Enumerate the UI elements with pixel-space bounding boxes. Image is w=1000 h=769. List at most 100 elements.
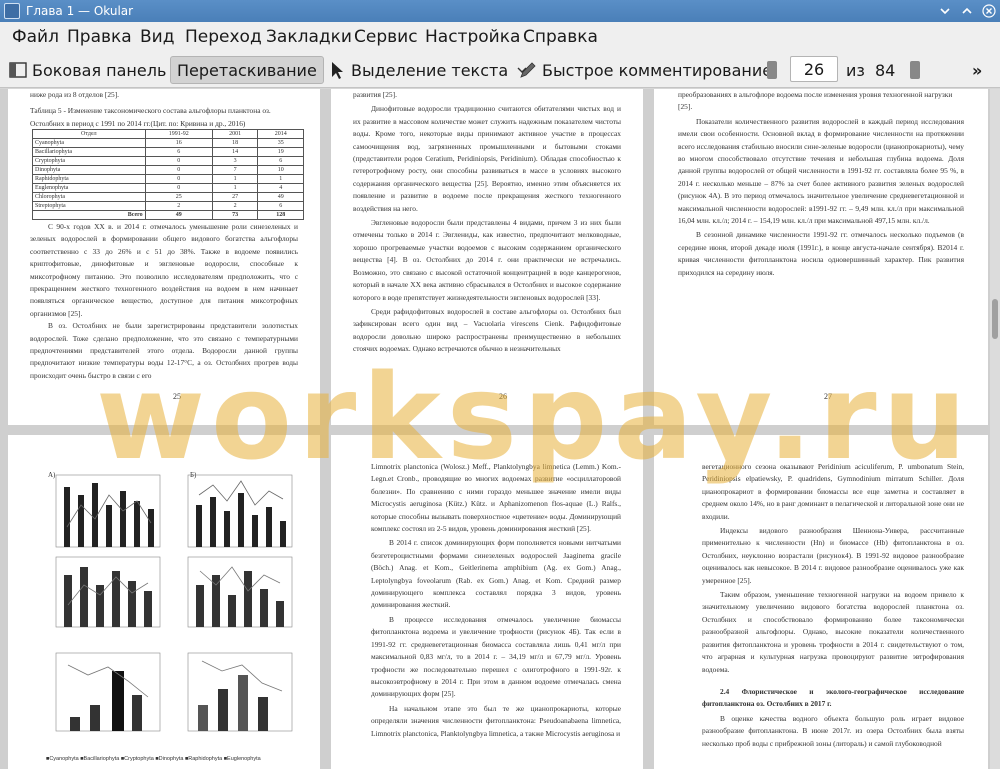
page-30: вегетационного сезона оказывают Peridini… <box>654 435 988 769</box>
previous-page-icon[interactable] <box>767 61 777 79</box>
table-cell: Cyanophyta <box>32 138 146 148</box>
page-number: 25 <box>173 392 181 401</box>
table-cell: 49 <box>257 192 304 202</box>
table-header-cell: Отдел <box>32 129 146 139</box>
page-29: Limnotrix planctonica (Wolosz.) Meff., P… <box>331 435 643 769</box>
minimize-icon[interactable] <box>938 4 952 18</box>
table-row: Dinophyta 0 7 10 <box>32 165 304 175</box>
overflow-menu-icon[interactable]: » <box>972 56 982 84</box>
vertical-scrollbar[interactable] <box>990 89 1000 769</box>
sidebar-icon <box>8 60 28 80</box>
menu-settings[interactable]: Настройка <box>425 27 520 47</box>
page-25: ниже рода из 8 отделов [25]. Таблица 5 -… <box>8 89 320 425</box>
table-cell: 10 <box>257 165 304 175</box>
menu-bookmarks[interactable]: Закладки <box>266 27 352 47</box>
table-row: Bacillariophyta 6 14 19 <box>32 147 304 157</box>
table-row: Всего 49 73 128 <box>32 210 304 220</box>
table-cell: 73 <box>211 210 259 220</box>
cursor-icon <box>327 60 347 80</box>
menu-view[interactable]: Вид <box>140 27 174 47</box>
menu-tools[interactable]: Сервис <box>354 27 418 47</box>
paragraph: Индексы видового разнообразия Шеннона-Уи… <box>702 526 964 585</box>
page-number: 26 <box>499 392 507 401</box>
table-header-row: Отдел 1991-92 2001 2014 <box>32 129 304 139</box>
quick-comment-label: Быстрое комментирование <box>542 60 773 80</box>
drag-mode-button[interactable]: Перетаскивание <box>170 56 324 84</box>
next-page-icon[interactable] <box>910 61 920 79</box>
table-cell: Dinophyta <box>32 165 146 175</box>
table-cell: Raphidophyta <box>32 174 146 184</box>
page-26: развития [25]. Динофитовые водоросли тра… <box>331 89 643 425</box>
paragraph: На начальном этапе это был те же цианопр… <box>371 703 621 738</box>
table-cell: 35 <box>257 138 304 148</box>
drag-mode-label: Перетаскивание <box>177 60 317 80</box>
table-cell: 128 <box>257 210 304 220</box>
paragraph: В оценке качества водного объекта большу… <box>702 713 964 748</box>
paragraph: Таким образом, уменьшение техногенной на… <box>702 590 964 674</box>
menu-go[interactable]: Переход <box>185 27 262 47</box>
page-27-top-line: преобразованиях в альгофлоре водоема пос… <box>678 90 953 112</box>
chart-legend: ■Cyanophyta ■Bacillariophyta ■Cryptophyt… <box>46 756 261 762</box>
table-row: Euglenophyta 0 1 4 <box>32 183 304 193</box>
maximize-icon[interactable] <box>960 4 974 18</box>
table-cell: 0 <box>144 183 213 193</box>
quick-comment-button[interactable]: Быстрое комментирование <box>518 56 772 84</box>
table-cell: 16 <box>144 138 213 148</box>
text-select-button[interactable]: Выделение текста <box>327 56 528 84</box>
table-header-cell: 1991-92 <box>144 129 213 139</box>
table-cell: 4 <box>257 183 304 193</box>
paragraph: В 2014 г. список доминирующих форм попол… <box>371 538 621 610</box>
table-cell: Cryptophyta <box>32 156 146 166</box>
table-cell: 0 <box>144 174 213 184</box>
table-cell: 6 <box>257 201 304 211</box>
page-total-label: 84 <box>875 60 896 80</box>
document-view[interactable]: ниже рода из 8 отделов [25]. Таблица 5 -… <box>0 89 1000 769</box>
table-cell: 25 <box>144 192 213 202</box>
taxonomy-table: Отдел 1991-92 2001 2014 Cyanophyta 16 18 35… <box>32 129 304 220</box>
table-cell: 1 <box>211 183 259 193</box>
sidebar-label: Боковая панель <box>32 60 167 80</box>
table-cell: 18 <box>211 138 259 148</box>
okular-app-icon <box>4 3 20 19</box>
paragraph: Динофитовые водоросли традиционно считаю… <box>353 104 621 213</box>
page-number-input[interactable] <box>790 56 838 82</box>
close-icon[interactable] <box>982 4 996 18</box>
table-cell: Streptophyta <box>32 201 146 211</box>
page-28: А) Б) ■Cyanophyta ■Bacillariophyta ■Cryp… <box>8 435 320 769</box>
table-cell: 6 <box>257 156 304 166</box>
paragraph: Показатели количественного развития водо… <box>678 116 964 226</box>
paragraph: Эвгленовые водоросли были представлены 4… <box>353 218 621 302</box>
table-cell: 49 <box>144 210 213 220</box>
table-cell: Chlorophyta <box>32 192 146 202</box>
menu-bar: Файл Правка Вид Переход Закладки Сервис … <box>0 22 1000 52</box>
table-caption-line-1: Таблица 5 - Изменение таксономического с… <box>30 106 271 116</box>
table-cell: 1 <box>211 174 259 184</box>
page-27: преобразованиях в альгофлоре водоема пос… <box>654 89 988 425</box>
table-cell: 27 <box>211 192 259 202</box>
table-cell: 2 <box>144 201 213 211</box>
page-25-top-line: ниже рода из 8 отделов [25]. <box>30 90 120 99</box>
table-row: Streptophyta 2 2 6 <box>32 201 304 211</box>
table-cell: 0 <box>144 156 213 166</box>
main-toolbar: Боковая панель Перетаскивание Выделение … <box>0 52 1000 88</box>
table-cell: 0 <box>144 165 213 175</box>
table-cell: 19 <box>257 147 304 157</box>
text-select-label: Выделение текста <box>351 60 509 80</box>
table-cell: 3 <box>211 156 259 166</box>
page-number: 27 <box>824 392 832 401</box>
menu-help[interactable]: Справка <box>523 27 598 47</box>
paragraph: В сезонной динамике численности 1991-92 … <box>678 230 964 277</box>
table-header-cell: 2001 <box>211 129 259 139</box>
table-row: Chlorophyta 25 27 49 <box>32 192 304 202</box>
table-row: Cyanophyta 16 18 35 <box>32 138 304 148</box>
table-cell: 1 <box>257 174 304 184</box>
paragraph: В процессе исследования отмечалось увели… <box>371 614 621 699</box>
scrollbar-thumb[interactable] <box>992 299 998 339</box>
menu-file[interactable]: Файл <box>12 27 59 47</box>
menu-edit[interactable]: Правка <box>67 27 132 47</box>
sidebar-button[interactable]: Боковая панель <box>8 56 166 84</box>
table-cell: Bacillariophyta <box>32 147 146 157</box>
table-row: Raphidophyta 0 1 1 <box>32 174 304 184</box>
table-cell: 14 <box>211 147 259 157</box>
table-cell: Euglenophyta <box>32 183 146 193</box>
